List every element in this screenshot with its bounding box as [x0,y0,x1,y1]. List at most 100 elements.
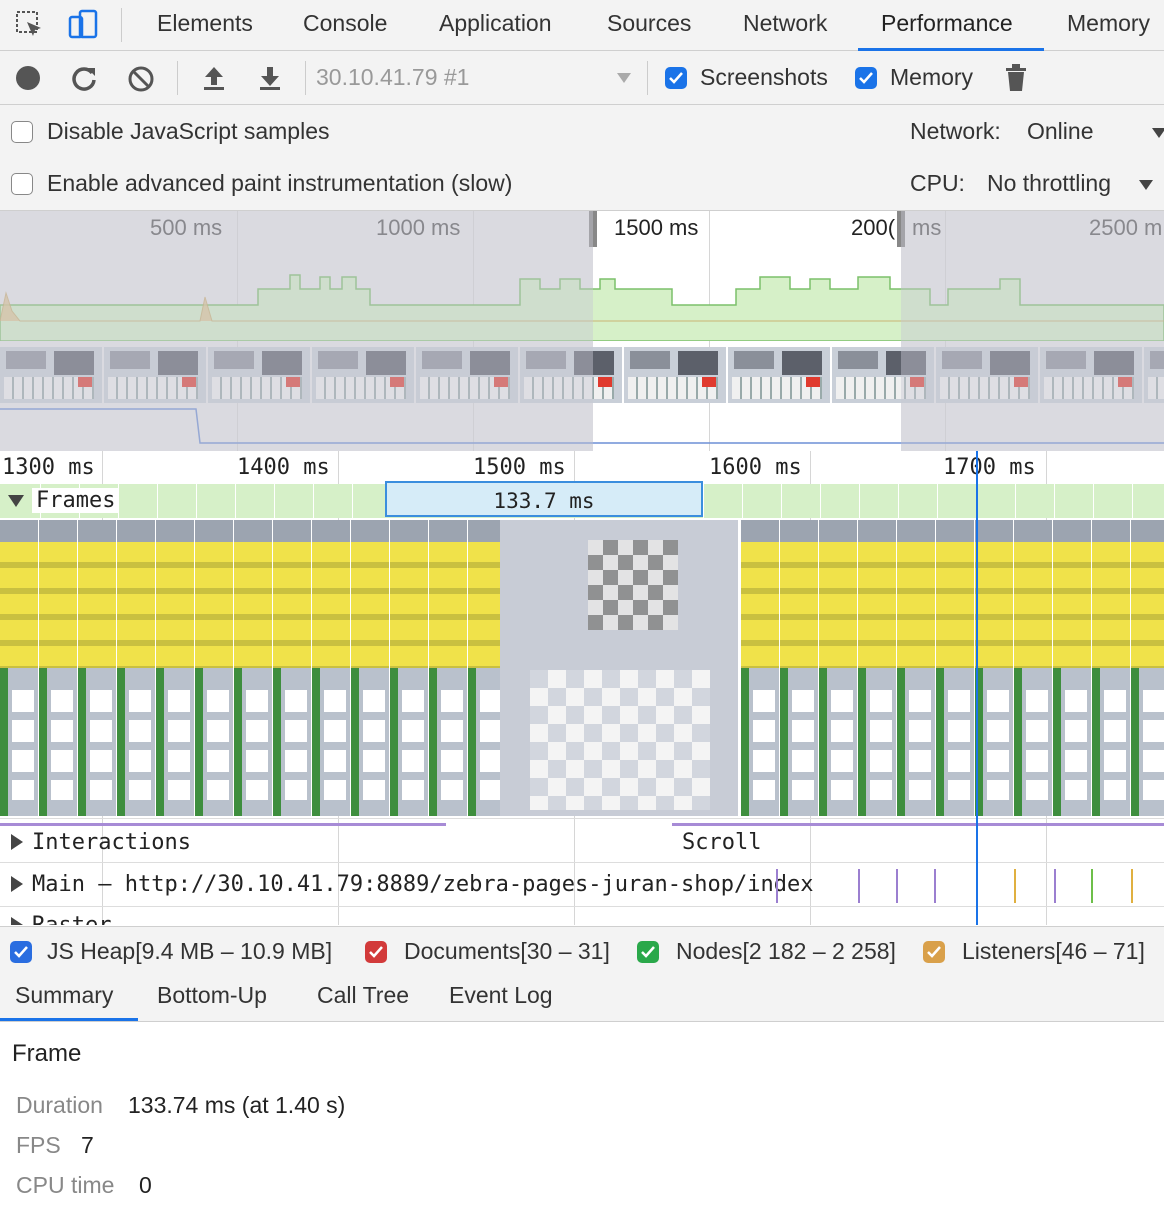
tab-memory[interactable]: Memory [1067,10,1150,37]
frame-screenshot-strip [1014,520,1053,816]
overview-dim-right [901,211,1164,451]
inspect-element-icon[interactable] [14,9,46,46]
frame-screenshot-strip [819,520,858,816]
main-task-marker[interactable] [1091,869,1093,903]
time-tick: 1600 ms [709,455,802,480]
active-details-tab-indicator [0,1018,138,1021]
time-tick: 1400 ms [237,455,330,480]
memory-checkbox[interactable] [855,67,877,89]
duration-label: Duration [16,1092,103,1118]
filmstrip-thumbnail [728,347,830,403]
cpu-throttle-select[interactable]: No throttling [987,170,1111,197]
frames-label: Frames [32,488,120,513]
details-tab-bar: Summary Bottom-Up Call Tree Event Log [0,974,1164,1022]
documents-checkbox[interactable] [365,941,387,963]
tab-call-tree[interactable]: Call Tree [317,982,409,1009]
cpu-time-value: 0 [139,1172,152,1198]
performance-toolbar: 30.10.41.79 #1 Screenshots Memory [0,51,1164,105]
frame-screenshot-strip [975,520,1014,816]
raster-expand-icon[interactable] [10,917,24,925]
chevron-down-icon[interactable] [616,71,632,90]
js-heap-checkbox[interactable] [10,941,32,963]
cpu-chevron-down-icon[interactable] [1139,178,1153,196]
raster-label: Raster [32,913,111,925]
memory-label: Memory [890,64,974,90]
frame-screenshot-strip [156,520,195,816]
nodes-checkbox[interactable] [637,941,659,963]
profile-select[interactable]: 30.10.41.79 #1 [316,64,469,91]
frames-collapse-icon[interactable] [8,494,24,513]
frame-boundary [937,484,938,518]
tab-event-log[interactable]: Event Log [449,982,553,1009]
main-task-marker[interactable] [934,869,936,903]
frame-screenshot-strip [312,520,351,816]
tab-summary[interactable]: Summary [15,982,113,1009]
frame-screenshot-strip [1092,520,1131,816]
nodes-label: Nodes[2 182 – 2 258] [676,938,896,964]
advanced-paint-label: Enable advanced paint instrumentation (s… [47,170,513,196]
advanced-paint-checkbox[interactable] [11,173,33,195]
screenshots-checkbox[interactable] [665,67,687,89]
capture-settings-panel: Disable JavaScript samples Network: Onli… [0,105,1164,211]
tab-console[interactable]: Console [303,10,387,37]
tab-application[interactable]: Application [439,10,552,37]
clear-icon[interactable] [127,65,155,98]
screenshots-label: Screenshots [700,64,828,90]
network-chevron-down-icon[interactable] [1152,126,1164,144]
overview-dim-left [0,211,593,451]
tab-sources[interactable]: Sources [607,10,691,37]
frame-boundary [157,484,158,518]
interactions-expand-icon[interactable] [10,834,24,855]
overview-ruler-label: 1500 ms [614,215,699,240]
disable-js-samples-label: Disable JavaScript samples [47,118,330,144]
frame-screenshot-strip [429,520,468,816]
garbage-collect-icon[interactable] [1004,63,1028,98]
listeners-label: Listeners[46 – 71] [962,938,1145,964]
selected-frame-duration: 133.7 ms [493,489,595,513]
main-task-marker[interactable] [858,869,860,903]
timeline-overview[interactable]: 500 ms 1000 ms 1500 ms 200( ms 2500 m [0,211,1164,451]
main-task-marker[interactable] [1054,869,1056,903]
overview-ruler-label: 200( [851,215,896,240]
frame-screenshot-strip [897,520,936,816]
disable-js-samples-checkbox[interactable] [11,121,33,143]
main-task-marker[interactable] [776,869,778,903]
js-heap-label: JS Heap[9.4 MB – 10.9 MB] [47,938,333,964]
upload-icon[interactable] [200,64,228,97]
network-throttle-select[interactable]: Online [1027,118,1093,145]
selected-frame[interactable]: 133.7 ms [385,481,703,517]
documents-label: Documents[30 – 31] [404,938,610,964]
flame-chart[interactable]: 1300 ms 1400 ms 1500 ms 1600 ms 1700 ms … [0,451,1164,925]
reload-icon[interactable] [70,64,98,97]
tab-bottom-up[interactable]: Bottom-Up [157,982,267,1009]
frame-boundary [742,484,743,518]
time-tick: 1500 ms [473,455,566,480]
frame-boundary [235,484,236,518]
frame-screenshot-strip [390,520,429,816]
listeners-checkbox[interactable] [923,941,945,963]
frame-screenshot-strip [0,520,39,816]
download-icon[interactable] [256,64,284,97]
tab-network[interactable]: Network [743,10,827,37]
frame-screenshot-strip [351,520,390,816]
frame-screenshot-strip [1053,520,1092,816]
device-toolbar-icon[interactable] [66,8,100,47]
main-task-marker[interactable] [1014,869,1016,903]
main-task-marker[interactable] [1131,869,1133,903]
tab-elements[interactable]: Elements [157,10,253,37]
frame-boundary [859,484,860,518]
frame-screenshot-strip [741,520,780,816]
record-icon[interactable] [15,65,41,96]
fps-value: 7 [81,1132,94,1158]
main-expand-icon[interactable] [10,876,24,897]
frame-boundary [898,484,899,518]
frame-screenshot-strip [780,520,819,816]
main-task-marker[interactable] [896,869,898,903]
fps-label: FPS [16,1132,61,1158]
frame-screenshot-strip [858,520,897,816]
frame-boundary [1015,484,1016,518]
interaction-bar[interactable] [0,823,446,826]
tab-performance[interactable]: Performance [881,10,1013,37]
frame-boundary [352,484,353,518]
scroll-interaction-bar[interactable] [672,823,1164,826]
